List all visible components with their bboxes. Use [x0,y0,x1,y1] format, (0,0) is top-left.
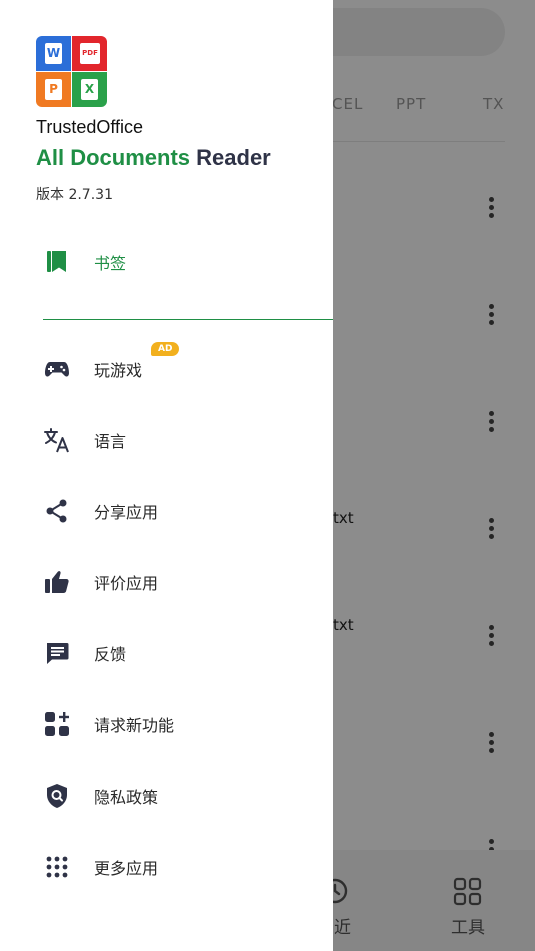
menu-item-more-apps[interactable]: 更多应用 [0,838,333,894]
drawer-divider [43,319,333,320]
menu-item-privacy[interactable]: 隐私政策 [0,767,333,823]
feedback-icon [47,643,69,664]
menu-item-rate[interactable]: 评价应用 [0,553,333,609]
logo-pdf-tile: PDF [72,36,107,71]
logo-ppt-tile: P [36,72,71,107]
ad-badge: AD [151,342,180,356]
share-icon [46,499,67,523]
app-logo: W PDF P X [36,36,107,107]
menu-item-request-feature[interactable]: 请求新功能 [0,695,333,751]
app-title-green: All Documents [36,145,191,170]
menu-item-label: 玩游戏 [94,361,143,380]
menu-item-play-games[interactable]: 玩游戏 AD [0,340,333,396]
menu-item-bookmarks[interactable]: 书签 [0,233,333,289]
add-widget-icon [45,712,69,736]
menu-item-share[interactable]: 分享应用 [0,482,333,538]
gamepad-icon [45,362,69,377]
menu-item-label: 反馈 [94,645,127,664]
logo-excel-tile: X [72,72,107,107]
app-title-dark: Reader [190,145,271,170]
logo-word-tile: W [36,36,71,71]
app-name: TrustedOffice [36,117,144,137]
bookmark-icon [47,251,66,272]
menu-item-label: 评价应用 [94,574,159,593]
translate-icon [44,428,69,453]
app-version: 版本 2.7.31 [36,187,113,203]
menu-item-label: 书签 [94,254,127,273]
menu-item-label: 请求新功能 [94,716,175,735]
menu-item-feedback[interactable]: 反馈 [0,624,333,680]
thumbs-up-icon [45,571,69,593]
menu-item-label: 分享应用 [94,503,159,522]
app-title: All Documents Reader [36,145,271,171]
menu-item-label: 语言 [94,432,127,451]
menu-item-label: 隐私政策 [94,788,159,807]
apps-grid-icon [46,856,68,878]
navigation-drawer: W PDF P X TrustedOffice All Documents Re… [0,0,333,951]
menu-item-label: 更多应用 [94,859,159,878]
menu-item-language[interactable]: 语言 [0,411,333,467]
privacy-shield-icon [47,784,67,808]
